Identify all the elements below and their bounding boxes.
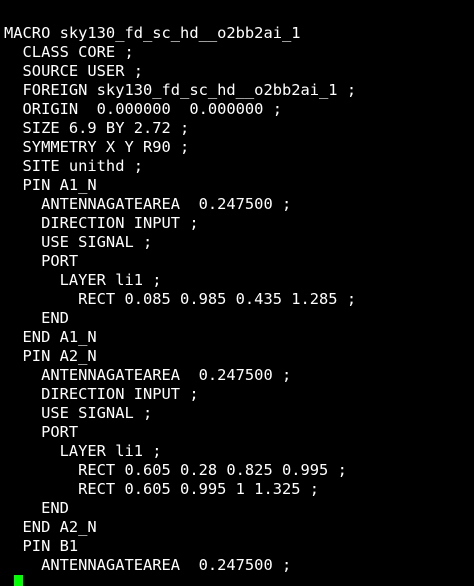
terminal-window[interactable]: MACRO sky130_fd_sc_hd__o2bb2ai_1 CLASS C…	[0, 0, 474, 586]
terminal-line: MACRO sky130_fd_sc_hd__o2bb2ai_1	[4, 24, 301, 42]
terminal-line: FOREIGN sky130_fd_sc_hd__o2bb2ai_1 ;	[4, 81, 357, 99]
terminal-output: MACRO sky130_fd_sc_hd__o2bb2ai_1 CLASS C…	[4, 24, 356, 575]
terminal-line: RECT 0.085 0.985 0.435 1.285 ;	[4, 290, 357, 308]
terminal-line: END	[4, 309, 69, 327]
terminal-line: RECT 0.605 0.28 0.825 0.995 ;	[4, 461, 347, 479]
terminal-line: SYMMETRY X Y R90 ;	[4, 138, 190, 156]
prompt-text: .	[4, 575, 14, 586]
terminal-line: CLASS CORE ;	[4, 43, 134, 61]
terminal-line: LAYER li1 ;	[4, 271, 162, 289]
terminal-line: ANTENNAGATEAREA 0.247500 ;	[4, 195, 292, 213]
terminal-line: ANTENNAGATEAREA 0.247500 ;	[4, 366, 292, 384]
terminal-line: END A2_N	[4, 518, 97, 536]
terminal-line: SITE unithd ;	[4, 157, 143, 175]
terminal-line: PIN B1	[4, 537, 79, 555]
terminal-line: DIRECTION INPUT ;	[4, 214, 199, 232]
terminal-line: END A1_N	[4, 328, 97, 346]
terminal-line: PIN A1_N	[4, 176, 97, 194]
terminal-line: LAYER li1 ;	[4, 442, 162, 460]
terminal-line: PORT	[4, 252, 79, 270]
terminal-line: RECT 0.605 0.995 1 1.325 ;	[4, 480, 320, 498]
terminal-line: PIN A2_N	[4, 347, 97, 365]
terminal-line: ORIGIN 0.000000 0.000000 ;	[4, 100, 282, 118]
terminal-line: ANTENNAGATEAREA 0.247500 ;	[4, 556, 292, 574]
command-prompt[interactable]: .	[4, 575, 24, 586]
terminal-line: END	[4, 499, 69, 517]
terminal-line: SOURCE USER ;	[4, 62, 143, 80]
terminal-line: SIZE 6.9 BY 2.72 ;	[4, 119, 190, 137]
terminal-line: USE SIGNAL ;	[4, 233, 153, 251]
terminal-line: DIRECTION INPUT ;	[4, 385, 199, 403]
terminal-line: PORT	[4, 423, 79, 441]
cursor-block	[14, 575, 24, 586]
terminal-line: USE SIGNAL ;	[4, 404, 153, 422]
